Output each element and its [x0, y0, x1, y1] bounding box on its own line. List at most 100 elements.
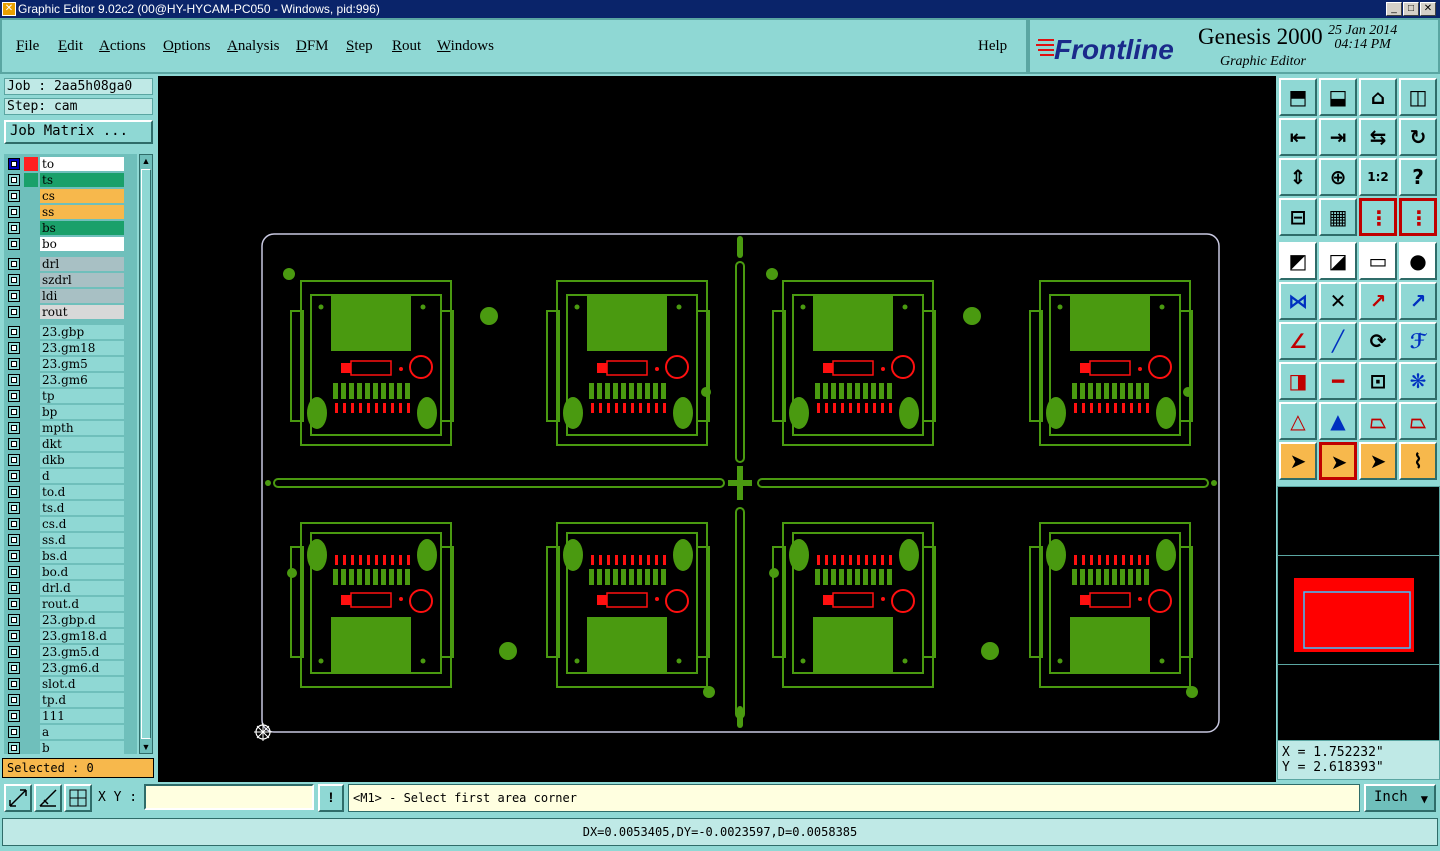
layer-name[interactable]: 111 [40, 709, 124, 723]
layer-compare-2-button[interactable]: ⋮ [1399, 198, 1437, 236]
rotate-point-button[interactable]: ↗ [1399, 282, 1437, 320]
maximize-button[interactable]: □ [1403, 2, 1419, 16]
measure-button[interactable]: ⊟ [1279, 198, 1317, 236]
snap-icon[interactable] [4, 784, 32, 812]
layer-name[interactable]: ss [40, 205, 124, 219]
layer-row-dkb[interactable]: dkb [4, 452, 137, 468]
layer-row-23-gm18[interactable]: 23.gm18 [4, 340, 137, 356]
layer-row-ss-d[interactable]: ss.d [4, 532, 137, 548]
zoom-fit-button[interactable]: ⊕ [1319, 158, 1357, 196]
draw-line-button[interactable]: ╱ [1319, 322, 1357, 360]
layer-name[interactable]: rout.d [40, 597, 124, 611]
layer-row-dkt[interactable]: dkt [4, 436, 137, 452]
layer-name[interactable]: rout [40, 305, 124, 319]
pcb-panel-view[interactable] [158, 76, 1276, 782]
layer-name[interactable]: 23.gbp.d [40, 613, 124, 627]
layer-checkbox[interactable] [8, 374, 20, 386]
layer-checkbox[interactable] [8, 502, 20, 514]
layer-name[interactable]: ss.d [40, 533, 124, 547]
layer-name[interactable]: cs [40, 189, 124, 203]
layer-name[interactable]: mpth [40, 421, 124, 435]
merge-button[interactable]: ❋ [1399, 362, 1437, 400]
layer-checkbox[interactable] [8, 326, 20, 338]
layer-row-23-gm6-d[interactable]: 23.gm6.d [4, 660, 137, 676]
layer-name[interactable]: to.d [40, 485, 124, 499]
help-button[interactable]: ? [1399, 158, 1437, 196]
layer-checkbox[interactable] [8, 678, 20, 690]
layer-name[interactable]: bs.d [40, 549, 124, 563]
units-selector[interactable]: Inch ▼ [1364, 784, 1436, 812]
layer-row-to-d[interactable]: to.d [4, 484, 137, 500]
layer-name[interactable]: to [40, 157, 124, 171]
layer-row-tp[interactable]: tp [4, 388, 137, 404]
layer-checkbox[interactable] [8, 694, 20, 706]
home-button[interactable]: ⌂ [1359, 78, 1397, 116]
layer-name[interactable]: 23.gm5.d [40, 645, 124, 659]
layer-checkbox[interactable] [8, 742, 20, 754]
route-button[interactable]: ⌇ [1399, 442, 1437, 480]
layer-name[interactable]: dkb [40, 453, 124, 467]
layer-name[interactable]: 23.gm18.d [40, 629, 124, 643]
pan-right-button[interactable]: ⇥ [1319, 118, 1357, 156]
layer-name[interactable]: ts.d [40, 501, 124, 515]
layer-name[interactable]: ldi [40, 289, 124, 303]
menu-file[interactable]: File [16, 38, 39, 55]
copy-feature-button[interactable]: ◨ [1279, 362, 1317, 400]
layer-name[interactable]: 23.gm5 [40, 357, 124, 371]
layer-checkbox[interactable] [8, 470, 20, 482]
layer-row-bs[interactable]: bs [4, 220, 137, 236]
circle-button[interactable]: ● [1399, 242, 1437, 280]
layer-row-tp-d[interactable]: tp.d [4, 692, 137, 708]
menu-step[interactable]: Step [346, 38, 373, 55]
layer-compare-button[interactable]: ⋮ [1359, 198, 1397, 236]
layer-checkbox[interactable] [8, 358, 20, 370]
layer-checkbox[interactable] [8, 646, 20, 658]
layer-name[interactable]: 23.gbp [40, 325, 124, 339]
layer-row-ldi[interactable]: ldi [4, 288, 137, 304]
menu-windows[interactable]: Windows [437, 38, 494, 55]
layer-name[interactable]: szdrl [40, 273, 124, 287]
angle-button[interactable]: ∠ [1279, 322, 1317, 360]
layer-checkbox[interactable] [8, 614, 20, 626]
layer-row-cs-d[interactable]: cs.d [4, 516, 137, 532]
layer-row-mpth[interactable]: mpth [4, 420, 137, 436]
pad-add-button[interactable]: ◩ [1279, 242, 1317, 280]
scale-1-2-button[interactable]: 1:2 [1359, 158, 1397, 196]
split-line-button[interactable]: ━ [1319, 362, 1357, 400]
menu-options[interactable]: Options [163, 38, 211, 55]
redraw-button[interactable]: ↻ [1399, 118, 1437, 156]
line-add-button[interactable]: ◪ [1319, 242, 1357, 280]
layer-checkbox[interactable] [8, 726, 20, 738]
trapezoid-button[interactable]: ⏢ [1359, 402, 1397, 440]
layer-row-23-gm6[interactable]: 23.gm6 [4, 372, 137, 388]
layer-name[interactable]: bs [40, 221, 124, 235]
pointer-button[interactable]: ➤ [1279, 442, 1317, 480]
grid-snap-icon[interactable] [64, 784, 92, 812]
layer-row-slot-d[interactable]: slot.d [4, 676, 137, 692]
align-button[interactable]: ⊡ [1359, 362, 1397, 400]
layer-name[interactable]: bo.d [40, 565, 124, 579]
layer-row-rout-d[interactable]: rout.d [4, 596, 137, 612]
layer-checkbox[interactable] [8, 662, 20, 674]
layer-checkbox[interactable] [8, 550, 20, 562]
layer-checkbox[interactable] [8, 290, 20, 302]
layer-name[interactable]: b [40, 741, 124, 754]
trapezoid-cut-button[interactable]: ⏢ [1399, 402, 1437, 440]
scroll-down-icon[interactable]: ▼ [140, 741, 152, 753]
layer-row-23-gm5-d[interactable]: 23.gm5.d [4, 644, 137, 660]
layer-name[interactable]: drl [40, 257, 124, 271]
layer-row-ss[interactable]: ss [4, 204, 137, 220]
layer-row-bp[interactable]: bp [4, 404, 137, 420]
overview-window[interactable] [1277, 486, 1440, 754]
layer-name[interactable]: tp.d [40, 693, 124, 707]
layer-row-b[interactable]: b [4, 740, 137, 754]
menu-edit[interactable]: Edit [58, 38, 83, 55]
layer-row-111[interactable]: 111 [4, 708, 137, 724]
pointer-box-button[interactable]: ➤ [1319, 442, 1357, 480]
layer-row-23-gm18-d[interactable]: 23.gm18.d [4, 628, 137, 644]
close-button[interactable]: ✕ [1420, 2, 1436, 16]
layer-row-23-gm5[interactable]: 23.gm5 [4, 356, 137, 372]
layer-name[interactable]: bp [40, 405, 124, 419]
home-view-button[interactable]: ⬒ [1279, 78, 1317, 116]
layer-checkbox[interactable] [8, 454, 20, 466]
